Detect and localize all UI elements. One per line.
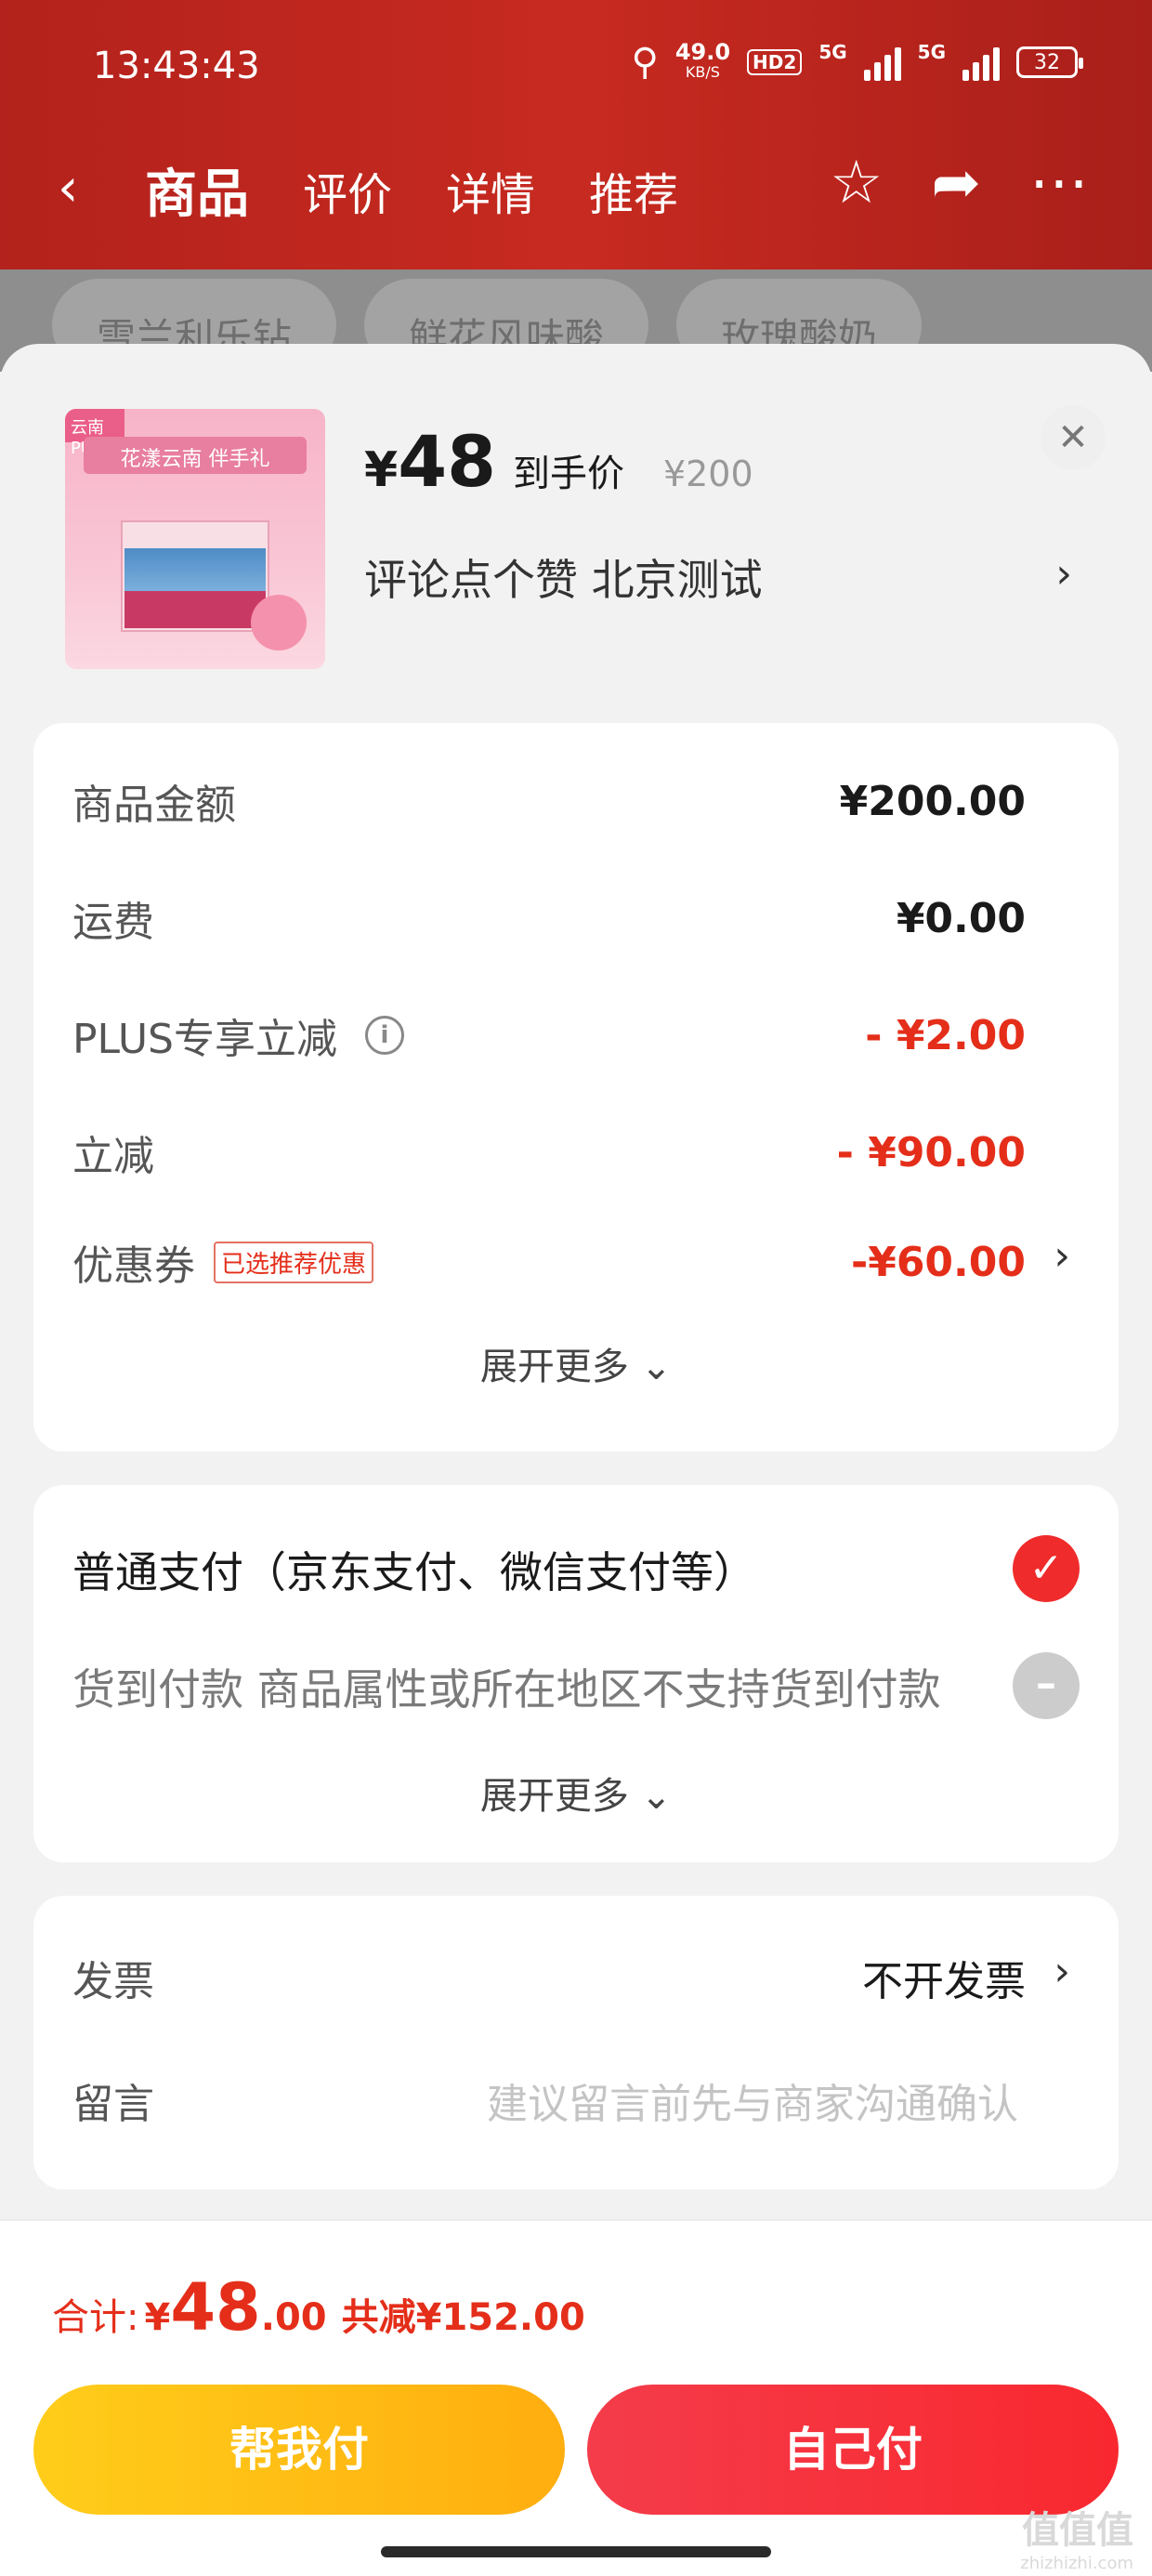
help-pay-button[interactable]: 帮我付 (33, 2385, 565, 2515)
payment-option-standard[interactable]: 普通支付（京东支付、微信支付等） (72, 1539, 1081, 1600)
signal-1-label: 5G (818, 41, 847, 63)
tab-details[interactable]: 详情 (446, 158, 535, 228)
battery-level: 32 (1034, 50, 1060, 74)
summary-value: -¥60.00 (850, 1238, 1026, 1286)
summary-label: 运费 (72, 899, 154, 946)
chevron-down-icon: ⌄ (640, 1775, 673, 1818)
product-image: 云南PUN 花漾云南 伴手礼 (65, 409, 325, 669)
product-note[interactable]: 评论点个赞 北京测试 (364, 546, 763, 608)
coupon-row[interactable]: 优惠券 已选推荐优惠 -¥60.00 (72, 1232, 1026, 1292)
invoice-value: 不开发票 (862, 1958, 1026, 2005)
self-pay-button[interactable]: 自己付 (587, 2385, 1119, 2515)
total-symbol: ¥ (144, 2296, 171, 2339)
summary-label: 商品金额 (72, 782, 236, 829)
summary-row: 运费 ¥0.00 (72, 888, 1026, 948)
disabled-icon: – (1013, 1652, 1080, 1719)
summary-value: - ¥90.00 (836, 1128, 1026, 1176)
message-row[interactable]: 留言 建议留言前先与商家沟通确认 (72, 2070, 1018, 2130)
expand-more-label: 展开更多 (479, 1346, 629, 1388)
battery-icon: 32 (1016, 46, 1083, 78)
summary-label: 优惠券 (72, 1242, 195, 1290)
final-price: 48 (398, 420, 496, 503)
signal-icon-2 (962, 44, 1000, 81)
star-icon[interactable]: ☆ (830, 149, 883, 217)
total-decimal: .00 (260, 2296, 327, 2339)
expand-more-link[interactable]: 展开更多 ⌄ (33, 1766, 1119, 1820)
checked-icon[interactable]: ✓ (1013, 1535, 1080, 1602)
invoice-message-card: 发票 不开发票 › 留言 建议留言前先与商家沟通确认 (33, 1896, 1119, 2189)
price-tag: 到手价 (512, 453, 624, 495)
price-symbol: ¥ (364, 442, 399, 498)
summary-row: 商品金额 ¥200.00 (72, 771, 1026, 831)
product-image-title: 花漾云南 伴手礼 (84, 437, 307, 474)
location-icon: ⚲ (631, 41, 659, 84)
original-price: ¥200 (662, 453, 753, 494)
payment-option-label: 普通支付（京东支付、微信支付等） (72, 1547, 756, 1597)
summary-label: PLUS专享立减 (72, 1016, 337, 1063)
net-unit: KB/S (685, 63, 720, 81)
tab-reviews[interactable]: 评价 (303, 158, 392, 228)
payment-option-label: 货到付款 商品属性或所在地区不支持货到付款 (72, 1664, 941, 1715)
summary-value: ¥200.00 (839, 777, 1026, 825)
home-indicator[interactable] (381, 2546, 771, 2557)
payment-method-card: 普通支付（京东支付、微信支付等） ✓ 货到付款 商品属性或所在地区不支持货到付款… (33, 1485, 1119, 1862)
message-input[interactable]: 建议留言前先与商家沟通确认 (487, 2070, 1018, 2130)
expand-more-link[interactable]: 展开更多 ⌄ (33, 1336, 1119, 1390)
recommended-badge: 已选推荐优惠 (214, 1241, 374, 1283)
net-speed: 49.0 (674, 39, 731, 65)
summary-label: 立减 (72, 1133, 154, 1180)
total-saved: 共减¥152.00 (341, 2296, 585, 2339)
summary-value: ¥0.00 (896, 894, 1026, 942)
watermark-site: zhizhizhi.com (1020, 2554, 1133, 2573)
back-arrow-icon[interactable]: ‹ (58, 158, 78, 218)
message-label: 留言 (72, 2081, 154, 2128)
watermark-text: 值值值 (1022, 2509, 1133, 2552)
checkout-footer: 合计: ¥ 48 .00 共减¥152.00 帮我付 自己付 值值值 zhizhi… (0, 2219, 1152, 2576)
info-icon[interactable]: i (365, 1016, 404, 1055)
tab-recommend[interactable]: 推荐 (589, 158, 678, 228)
price-summary-card: 商品金额 ¥200.00 运费 ¥0.00 PLUS专享立减 i - ¥2.00 … (33, 723, 1119, 1452)
hd-badge: HD2 (747, 49, 803, 75)
invoice-row[interactable]: 发票 不开发票 (72, 1948, 1026, 2007)
payment-option-cod: 货到付款 商品属性或所在地区不支持货到付款 (72, 1656, 1081, 1717)
chevron-right-icon[interactable]: › (1054, 1232, 1070, 1280)
summary-value: - ¥2.00 (865, 1011, 1026, 1059)
order-total: 合计: ¥ 48 .00 共减¥152.00 (52, 2269, 585, 2346)
invoice-label: 发票 (72, 1958, 154, 2005)
product-nav-bar: ‹ 商品 评价 详情 推荐 ☆ ➦ ⋯ (0, 139, 1152, 232)
summary-row: 立减 - ¥90.00 (72, 1123, 1026, 1182)
signal-2-label: 5G (917, 41, 946, 63)
more-icon[interactable]: ⋯ (1029, 149, 1089, 217)
summary-row: PLUS专享立减 i - ¥2.00 (72, 1005, 1026, 1065)
rose-icon (251, 595, 307, 651)
signal-icon (863, 44, 901, 81)
expand-more-label: 展开更多 (479, 1775, 629, 1818)
status-bar: 13:43:43 ⚲ 49.0 KB/S HD2 5G 5G 32 (0, 37, 1152, 102)
status-time: 13:43:43 (93, 45, 260, 87)
chevron-right-icon[interactable]: › (1054, 1948, 1070, 1995)
share-icon[interactable]: ➦ (931, 149, 981, 217)
tab-product[interactable]: 商品 (145, 152, 249, 228)
price-line: ¥ 48 到手价 ¥200 (364, 420, 753, 503)
chevron-right-icon[interactable]: › (1055, 550, 1072, 598)
chevron-down-icon: ⌄ (640, 1346, 673, 1388)
watermark: 值值值 zhizhizhi.com (1020, 2500, 1133, 2573)
close-icon[interactable]: ✕ (1041, 405, 1106, 470)
total-label: 合计: (52, 2296, 139, 2339)
total-integer: 48 (170, 2269, 261, 2346)
